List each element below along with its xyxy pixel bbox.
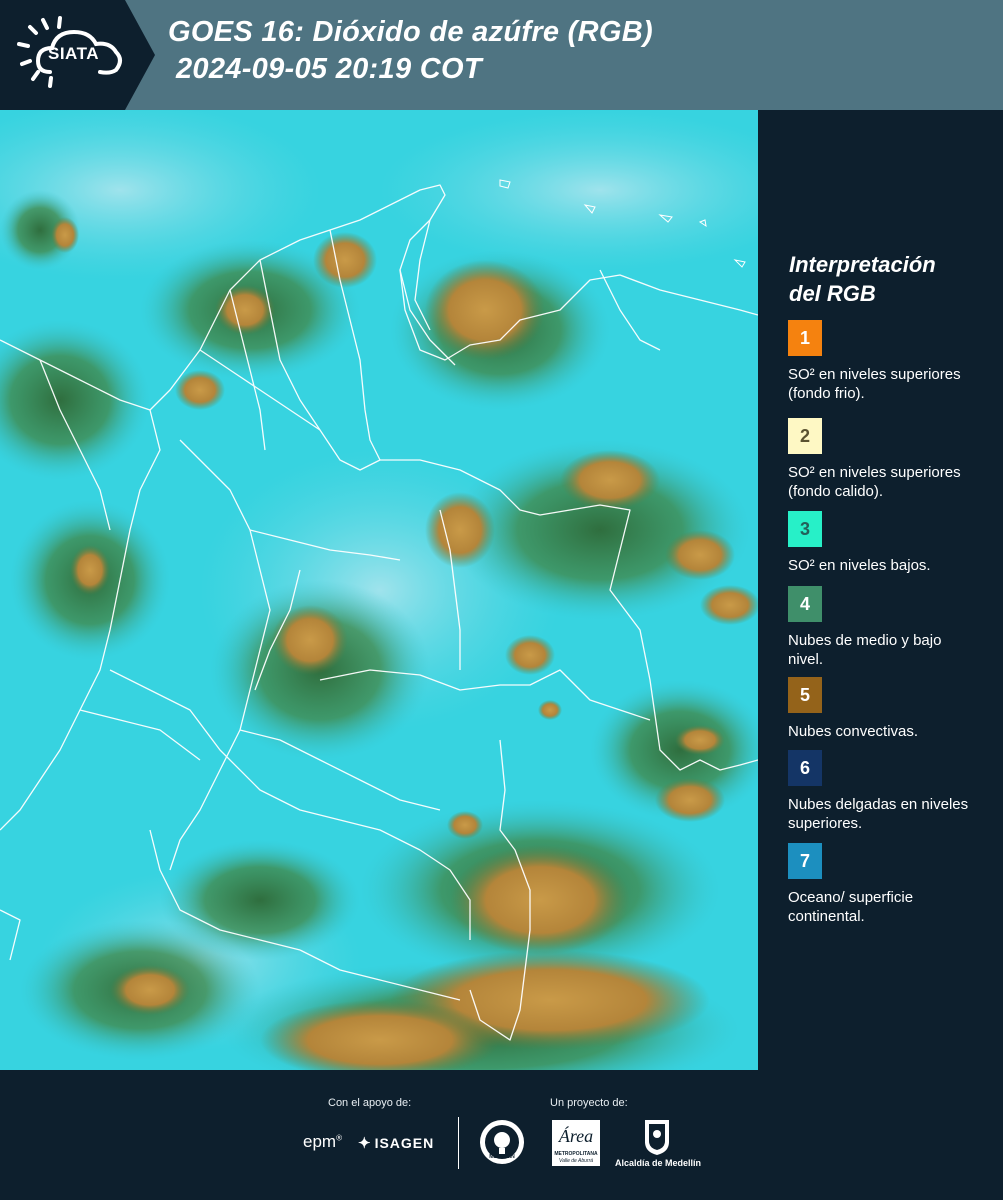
legend-swatch: 7 bbox=[788, 843, 822, 879]
legend-description: SO² en niveles superiores (fondo calido)… bbox=[788, 464, 961, 500]
isagen-star-icon: ✦ bbox=[358, 1135, 372, 1152]
legend-description: SO² en niveles bajos. bbox=[788, 557, 931, 574]
area-logo-sub2: Valle de Aburrá bbox=[558, 1158, 594, 1164]
legend-description: SO² en niveles superiores (fondo frio). bbox=[788, 366, 961, 402]
legend-item-2: 2 SO² en niveles superiores (fondo calido… bbox=[788, 418, 993, 501]
siata-logo[interactable]: SIATA bbox=[0, 0, 155, 110]
satellite-rgb-map[interactable] bbox=[0, 110, 758, 1070]
legend-swatch: 5 bbox=[788, 677, 822, 713]
legend-swatch: 1 bbox=[788, 320, 822, 356]
page-title: GOES 16: Dióxido de azúfre (RGB) 2024-09… bbox=[168, 14, 653, 88]
satellite-image bbox=[0, 110, 758, 1070]
alcaldia-shield-icon[interactable] bbox=[643, 1118, 671, 1156]
legend-panel: Interpretación del RGB 1 SO² en niveles s… bbox=[758, 110, 1003, 1070]
isagen-logo[interactable]: ✦ ISAGEN bbox=[358, 1134, 434, 1152]
legend-item-6: 6 Nubes delgadas en niveles superiores. bbox=[788, 750, 993, 833]
title-line-2: 2024-09-05 20:19 COT bbox=[176, 53, 482, 85]
legend-item-5: 5 Nubes convectivas. bbox=[788, 677, 993, 741]
legend-swatch: 6 bbox=[788, 750, 822, 786]
header-bar: SIATA GOES 16: Dióxido de azúfre (RGB) 2… bbox=[0, 0, 1003, 110]
medellin-seal-icon[interactable]: MEDELLÍN bbox=[478, 1118, 526, 1166]
footer: Con el apoyo de: Un proyecto de: epm® ✦ I… bbox=[0, 1070, 1003, 1200]
legend-description: Oceano/ superficie continental. bbox=[788, 889, 914, 925]
area-logo-sub1: METROPOLITANA bbox=[554, 1151, 598, 1157]
project-label: Un proyecto de: bbox=[550, 1097, 628, 1109]
legend-item-4: 4 Nubes de medio y bajo nivel. bbox=[788, 586, 993, 669]
siata-logo-text: SIATA bbox=[48, 44, 99, 63]
isagen-logo-text: ISAGEN bbox=[374, 1135, 435, 1151]
legend-description: Nubes delgadas en niveles superiores. bbox=[788, 796, 969, 832]
area-metropolitana-logo[interactable]: Área METROPOLITANA Valle de Aburrá bbox=[552, 1120, 600, 1166]
support-label: Con el apoyo de: bbox=[328, 1097, 412, 1109]
legend-title-line-1: Interpretación bbox=[789, 252, 936, 277]
epm-logo[interactable]: epm® bbox=[303, 1132, 342, 1152]
title-line-1: GOES 16: Dióxido de azúfre (RGB) bbox=[168, 16, 653, 48]
legend-swatch: 2 bbox=[788, 418, 822, 454]
legend-description: Nubes convectivas. bbox=[788, 723, 919, 740]
legend-swatch: 3 bbox=[788, 511, 822, 547]
legend-item-7: 7 Oceano/ superficie continental. bbox=[788, 843, 993, 926]
legend-item-1: 1 SO² en niveles superiores (fondo frio). bbox=[788, 320, 993, 403]
area-logo-text: Área bbox=[558, 1126, 594, 1146]
legend-item-3: 3 SO² en niveles bajos. bbox=[788, 511, 993, 575]
legend-title: Interpretación del RGB bbox=[789, 250, 936, 308]
legend-description: Nubes de medio y bajo nivel. bbox=[788, 632, 942, 668]
alcaldia-label: Alcaldía de Medellín bbox=[614, 1158, 702, 1168]
epm-logo-text: epm bbox=[303, 1132, 337, 1151]
seal-text: MEDELLÍN bbox=[489, 1154, 515, 1160]
legend-title-line-2: del RGB bbox=[789, 281, 876, 306]
footer-divider bbox=[458, 1117, 459, 1169]
legend-swatch: 4 bbox=[788, 586, 822, 622]
